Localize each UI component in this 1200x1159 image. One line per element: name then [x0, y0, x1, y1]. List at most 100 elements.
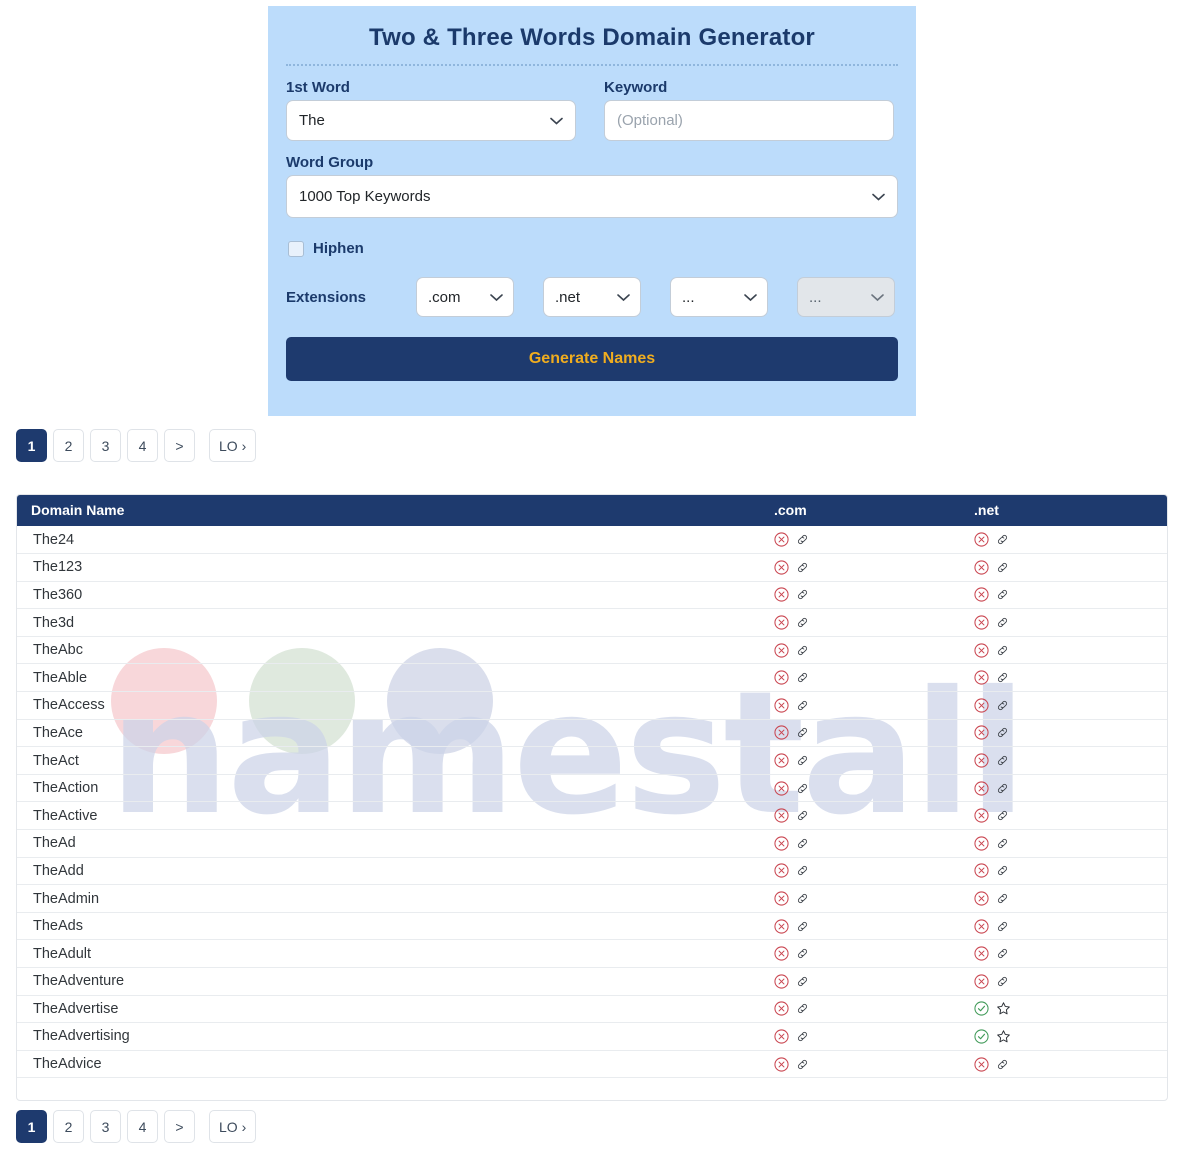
net-status-cell	[962, 553, 1167, 582]
link-icon[interactable]	[796, 809, 809, 822]
domain-name-cell: TheAdventure	[17, 967, 762, 996]
link-icon[interactable]	[996, 892, 1009, 905]
pagination-page-1[interactable]: 1	[16, 429, 47, 462]
link-icon[interactable]	[796, 671, 809, 684]
star-icon[interactable]	[996, 1029, 1011, 1044]
link-icon[interactable]	[796, 699, 809, 712]
table-row: TheAdmin	[17, 884, 1167, 913]
circle-x-icon	[974, 919, 989, 934]
net-status-cell	[962, 636, 1167, 665]
pagination-page-4[interactable]: 4	[127, 429, 158, 462]
link-icon[interactable]	[796, 1002, 809, 1015]
extension-select-1[interactable]: .com	[416, 277, 514, 317]
link-icon[interactable]	[996, 533, 1009, 546]
link-icon[interactable]	[796, 782, 809, 795]
link-icon[interactable]	[996, 671, 1009, 684]
first-word-group: 1st Word The	[286, 66, 576, 141]
pagination-next-button[interactable]: >	[164, 429, 195, 462]
link-icon[interactable]	[796, 920, 809, 933]
net-status-cell	[962, 719, 1167, 748]
link-icon[interactable]	[996, 1058, 1009, 1071]
link-icon[interactable]	[796, 754, 809, 767]
circle-check-icon[interactable]	[974, 1029, 989, 1044]
link-icon[interactable]	[996, 754, 1009, 767]
circle-x-icon	[974, 643, 989, 658]
link-icon[interactable]	[996, 837, 1009, 850]
pagination-bottom-page-2[interactable]: 2	[53, 1110, 84, 1143]
link-icon[interactable]	[796, 616, 809, 629]
column-header-domain-name: Domain Name	[17, 495, 762, 526]
link-icon[interactable]	[996, 588, 1009, 601]
link-icon[interactable]	[796, 1030, 809, 1043]
com-status-cell	[762, 967, 962, 996]
pagination-bottom-last-button[interactable]: LO ›	[209, 1110, 257, 1143]
table-row: TheAdult	[17, 939, 1167, 968]
link-icon[interactable]	[796, 561, 809, 574]
extension-select-3[interactable]: ...	[670, 277, 768, 317]
link-icon[interactable]	[796, 864, 809, 877]
table-row: TheAce	[17, 719, 1167, 748]
com-status-cell	[762, 884, 962, 913]
com-status-cell	[762, 636, 962, 665]
hiphen-row[interactable]: Hiphen	[288, 240, 898, 257]
circle-check-icon[interactable]	[974, 1001, 989, 1016]
link-icon[interactable]	[796, 1058, 809, 1071]
link-icon[interactable]	[796, 588, 809, 601]
circle-x-icon	[774, 725, 789, 741]
table-row: TheAd	[17, 829, 1167, 858]
generate-names-button[interactable]: Generate Names	[286, 337, 898, 381]
results-table-body: The24 The123 The360 The3d TheAbc TheAble TheAc…	[17, 526, 1167, 1079]
pagination-bottom-page-3[interactable]: 3	[90, 1110, 121, 1143]
link-icon[interactable]	[996, 699, 1009, 712]
table-row: The3d	[17, 608, 1167, 637]
pagination-last-button[interactable]: LO ›	[209, 429, 257, 462]
link-icon[interactable]	[996, 975, 1009, 988]
chevron-down-icon	[617, 289, 630, 306]
domain-name-cell: The24	[17, 526, 762, 555]
table-row: TheAds	[17, 912, 1167, 941]
table-footer-spacer	[17, 1078, 1167, 1100]
com-status-cell	[762, 774, 962, 803]
link-icon[interactable]	[996, 782, 1009, 795]
hiphen-checkbox[interactable]	[288, 240, 304, 257]
domain-name-cell: TheAds	[17, 912, 762, 941]
circle-x-icon	[974, 587, 989, 603]
net-status-cell	[962, 1050, 1167, 1079]
results-table: Domain Name .com .net The24 The123 The360 T…	[17, 495, 1167, 1079]
first-word-select[interactable]: The	[286, 100, 576, 141]
link-icon[interactable]	[796, 726, 809, 739]
column-header-net: .net	[962, 495, 1167, 526]
pagination-top: 1 2 3 4 > LO ›	[16, 429, 257, 462]
word-group-select[interactable]: 1000 Top Keywords	[286, 175, 898, 218]
link-icon[interactable]	[996, 864, 1009, 877]
link-icon[interactable]	[996, 809, 1009, 822]
net-status-cell	[962, 967, 1167, 996]
link-icon[interactable]	[796, 644, 809, 657]
pagination-page-2[interactable]: 2	[53, 429, 84, 462]
star-icon[interactable]	[996, 1001, 1011, 1016]
link-icon[interactable]	[996, 726, 1009, 739]
link-icon[interactable]	[796, 892, 809, 905]
net-status-cell	[962, 663, 1167, 693]
circle-x-icon	[774, 974, 789, 989]
chevron-down-icon	[490, 289, 503, 306]
link-icon[interactable]	[996, 561, 1009, 574]
pagination-page-3[interactable]: 3	[90, 429, 121, 462]
pagination-bottom-page-4[interactable]: 4	[127, 1110, 158, 1143]
extension-select-4: ...	[797, 277, 895, 317]
link-icon[interactable]	[996, 920, 1009, 933]
circle-x-icon	[774, 698, 789, 713]
link-icon[interactable]	[796, 947, 809, 960]
extension-select-2[interactable]: .net	[543, 277, 641, 317]
keyword-input[interactable]: (Optional)	[604, 100, 894, 141]
link-icon[interactable]	[796, 837, 809, 850]
link-icon[interactable]	[796, 975, 809, 988]
pagination-bottom-next-button[interactable]: >	[164, 1110, 195, 1143]
com-status-cell	[762, 1022, 962, 1051]
link-icon[interactable]	[996, 644, 1009, 657]
link-icon[interactable]	[996, 616, 1009, 629]
link-icon[interactable]	[796, 533, 809, 546]
link-icon[interactable]	[996, 947, 1009, 960]
com-status-cell	[762, 553, 962, 582]
pagination-bottom-page-1[interactable]: 1	[16, 1110, 47, 1143]
